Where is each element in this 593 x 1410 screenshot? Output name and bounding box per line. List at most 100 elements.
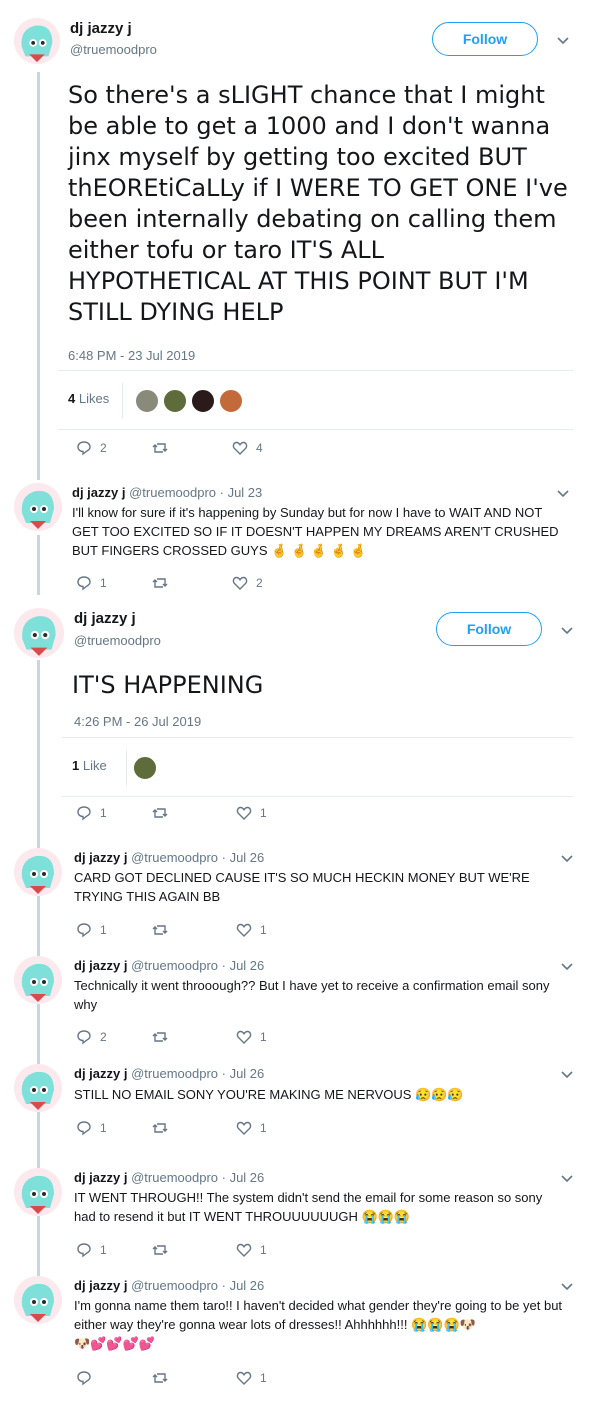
avatar[interactable] [14,956,62,1004]
author-name[interactable]: dj jazzy j [74,1066,127,1081]
emoji: 😭😭😭🐶 [411,1317,476,1332]
author-handle[interactable]: @truemoodpro [131,1170,218,1185]
retweet-action[interactable] [152,440,168,456]
like-action[interactable]: 1 [236,922,267,938]
author-name[interactable]: dj jazzy j [74,1170,127,1185]
reply-count: 1 [100,1121,107,1135]
reply-action[interactable]: 1 [76,1120,107,1136]
retweet-action[interactable] [152,1370,168,1386]
reply-date[interactable]: · Jul 26 [222,850,265,865]
avatar[interactable] [14,1168,62,1216]
like-action[interactable]: 4 [232,440,263,456]
avatar[interactable] [14,1276,62,1324]
avatar[interactable] [14,483,62,531]
reply-count: 1 [100,806,107,820]
likes-count[interactable]: 1 Like [72,758,107,773]
chevron-down-icon[interactable] [560,1070,574,1080]
reply-action[interactable]: 1 [76,575,107,591]
retweet-icon [152,1123,168,1133]
chevron-down-icon[interactable] [556,489,570,499]
tweet-timestamp[interactable]: 4:26 PM - 26 Jul 2019 [74,714,201,729]
emoji: 😭😭😭 [361,1209,411,1224]
chevron-down-icon[interactable] [560,962,574,972]
chevron-down-icon[interactable] [560,626,574,636]
like-action[interactable]: 2 [232,575,263,591]
reply-date[interactable]: · Jul 23 [220,485,263,500]
likes-row: 1 Like [62,737,573,797]
liker-avatar[interactable] [132,755,158,781]
reply-icon [77,1121,91,1136]
liker-avatar[interactable] [190,388,216,414]
reply-date[interactable]: · Jul 26 [222,1170,265,1185]
likes-row: 4 Likes [58,370,573,430]
author-name[interactable]: dj jazzy j [70,20,132,37]
author-name[interactable]: dj jazzy j [74,958,127,973]
reply-action[interactable]: 2 [76,1029,107,1045]
retweet-action[interactable] [152,1029,168,1045]
like-count: 1 [260,1121,267,1135]
divider [126,750,127,786]
liker-avatar[interactable] [134,388,160,414]
author-handle[interactable]: @truemoodpro [131,1066,218,1081]
reply-text: STILL NO EMAIL SONY YOU'RE MAKING ME NER… [74,1085,564,1104]
retweet-action[interactable] [152,575,168,591]
emoji: 🤞 🤞 🤞 🤞 🤞 [271,543,367,558]
liker-avatar[interactable] [162,388,188,414]
author-name[interactable]: dj jazzy j [74,850,127,865]
likes-count[interactable]: 4 Likes [68,391,109,406]
retweet-action[interactable] [152,1120,168,1136]
reply-icon [77,923,91,938]
retweet-action[interactable] [152,805,168,821]
reply-icon [77,806,91,821]
reply-action[interactable] [76,1370,92,1386]
chevron-down-icon[interactable] [556,36,570,46]
follow-button[interactable]: Follow [432,22,538,56]
liker-avatar[interactable] [218,388,244,414]
retweet-icon [152,1245,168,1255]
reply-icon [77,1243,91,1258]
like-action[interactable]: 1 [236,1120,267,1136]
avatar[interactable] [14,608,64,658]
retweet-icon [152,578,168,588]
like-action[interactable]: 1 [236,1242,267,1258]
retweet-action[interactable] [152,1242,168,1258]
like-action[interactable]: 1 [236,1029,267,1045]
author-handle[interactable]: @truemoodpro [129,485,216,500]
reply-date[interactable]: · Jul 26 [222,1066,265,1081]
avatar[interactable] [14,18,60,64]
author-handle[interactable]: @truemoodpro [131,1278,218,1293]
tweet-timestamp[interactable]: 6:48 PM - 23 Jul 2019 [68,348,195,363]
reply-action[interactable]: 1 [76,1242,107,1258]
author-name[interactable]: dj jazzy j [74,610,136,627]
author-name[interactable]: dj jazzy j [74,1278,127,1293]
like-count: 1 [260,1371,267,1385]
reply-date[interactable]: · Jul 26 [222,1278,265,1293]
heart-icon [236,1243,252,1257]
author-handle[interactable]: @truemoodpro [131,958,218,973]
author-handle[interactable]: @truemoodpro [131,850,218,865]
avatar[interactable] [14,848,62,896]
heart-icon [232,441,248,455]
like-count: 1 [260,1030,267,1044]
reply-header: dj jazzy j @truemoodpro · Jul 26 [74,850,264,865]
chevron-down-icon[interactable] [560,1282,574,1292]
reply-action[interactable]: 1 [76,805,107,821]
retweet-icon [152,925,168,935]
reply-text-body: STILL NO EMAIL SONY YOU'RE MAKING ME NER… [74,1087,412,1102]
chevron-down-icon[interactable] [560,1174,574,1184]
chevron-down-icon[interactable] [560,854,574,864]
avatar[interactable] [14,1064,62,1112]
author-handle[interactable]: @truemoodpro [74,633,161,648]
like-action[interactable]: 1 [236,805,267,821]
author-name[interactable]: dj jazzy j [72,485,125,500]
reply-action[interactable]: 1 [76,922,107,938]
like-count: 1 [260,1243,267,1257]
retweet-action[interactable] [152,922,168,938]
retweet-icon [152,1032,168,1042]
like-action[interactable]: 1 [236,1370,267,1386]
reply-action[interactable]: 2 [76,440,107,456]
reply-header: dj jazzy j @truemoodpro · Jul 26 [74,1066,264,1081]
reply-date[interactable]: · Jul 26 [222,958,265,973]
follow-button[interactable]: Follow [436,612,542,646]
author-handle[interactable]: @truemoodpro [70,42,157,57]
